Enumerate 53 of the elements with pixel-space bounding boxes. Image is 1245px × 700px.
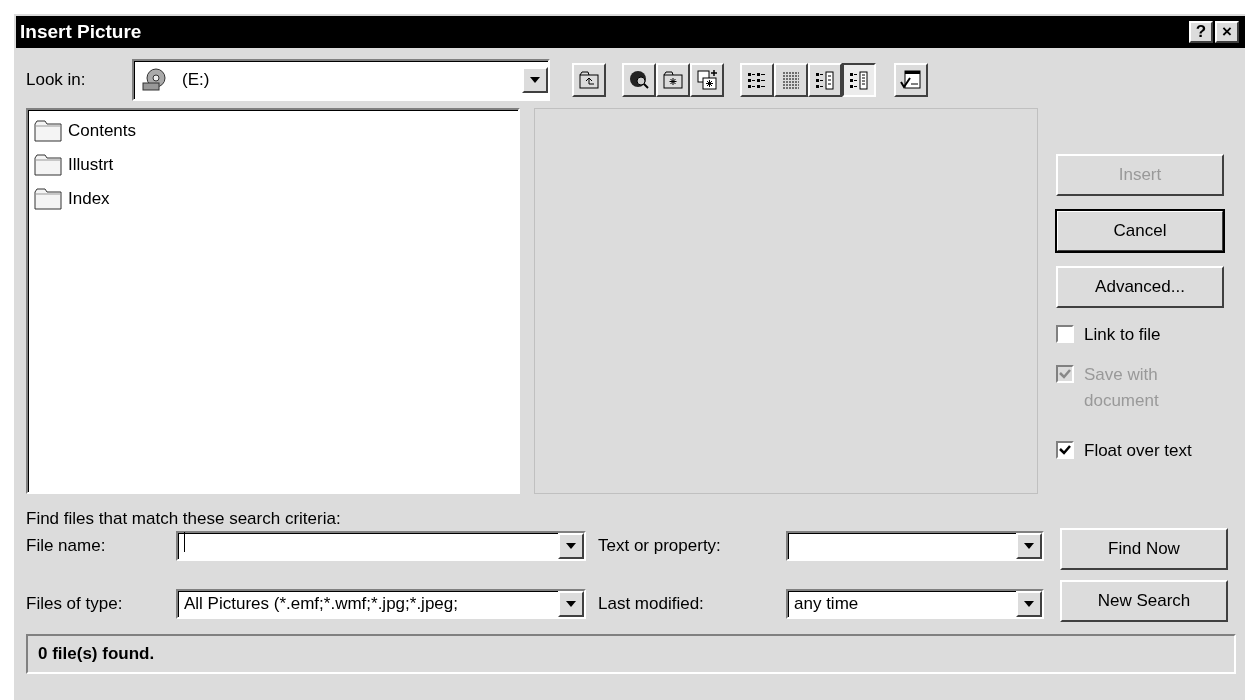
dropdown-arrow-button[interactable]	[1016, 533, 1042, 559]
folder-icon	[34, 188, 62, 210]
new-folder-icon[interactable]	[656, 63, 690, 97]
folder-icon	[34, 120, 62, 142]
file-name[interactable]: Illustrt	[68, 152, 114, 178]
combo-field[interactable]	[786, 531, 1044, 561]
field-label: File name:	[26, 535, 107, 558]
caret-icon	[1024, 601, 1034, 607]
field-value: All Pictures (*.emf;*.wmf;*.jpg;*.jpeg;	[184, 594, 458, 614]
search-button[interactable]: Find Now	[1060, 528, 1228, 570]
caret-icon	[566, 601, 576, 607]
dropdown-arrow-button[interactable]	[558, 533, 584, 559]
commands-icon[interactable]	[894, 63, 928, 97]
dropdown-arrow-button[interactable]	[522, 67, 548, 93]
dropdown-arrow-button[interactable]	[558, 591, 584, 617]
help-button[interactable]: ?	[1189, 21, 1213, 43]
combo-field[interactable]: All Pictures (*.emf;*.wmf;*.jpg;*.jpeg;	[176, 589, 586, 619]
field-label: Last modified:	[598, 593, 705, 616]
dialog-button[interactable]: Advanced...	[1056, 266, 1224, 308]
checkbox[interactable]	[1056, 441, 1074, 459]
field-value: (E:)	[181, 69, 211, 92]
up-folder-icon[interactable]	[572, 63, 606, 97]
field-value: any time	[794, 594, 859, 614]
drive-icon	[142, 68, 168, 92]
window-title: Insert Picture	[20, 19, 143, 44]
combo-field[interactable]: any time	[786, 589, 1044, 619]
caret-icon	[566, 543, 576, 549]
field-label: Files of type:	[26, 593, 124, 616]
combo-field[interactable]	[176, 531, 586, 561]
look-in-dropdown[interactable]: (E:)	[132, 59, 550, 101]
checkbox-label: Float over text	[1084, 440, 1193, 462]
globe-search-icon[interactable]	[622, 63, 656, 97]
dialog-button[interactable]: Cancel	[1056, 210, 1224, 252]
search-heading: Find files that match these search criteria:	[26, 508, 342, 528]
file-name[interactable]: Contents	[68, 118, 137, 144]
close-button[interactable]: ×	[1215, 21, 1239, 43]
file-name[interactable]: Index	[68, 186, 110, 212]
caret-icon	[530, 77, 540, 83]
checkbox[interactable]	[1056, 325, 1074, 343]
status-bar: 0 file(s) found.	[26, 634, 1236, 674]
field-label: Text or property:	[598, 535, 722, 558]
details-view-icon[interactable]	[774, 63, 808, 97]
checkbox-label: Link to file	[1084, 324, 1162, 346]
dropdown-arrow-button[interactable]	[1016, 591, 1042, 617]
folder-icon	[34, 154, 62, 176]
checkbox-label: Save with document	[1084, 364, 1160, 412]
folder-plus-icon[interactable]	[690, 63, 724, 97]
field-label: Look in:	[26, 69, 87, 92]
properties-view-icon[interactable]	[808, 63, 842, 97]
preview-view-icon[interactable]	[842, 63, 876, 97]
caret-icon	[1024, 543, 1034, 549]
list-view-icon[interactable]	[740, 63, 774, 97]
search-button[interactable]: New Search	[1060, 580, 1228, 622]
